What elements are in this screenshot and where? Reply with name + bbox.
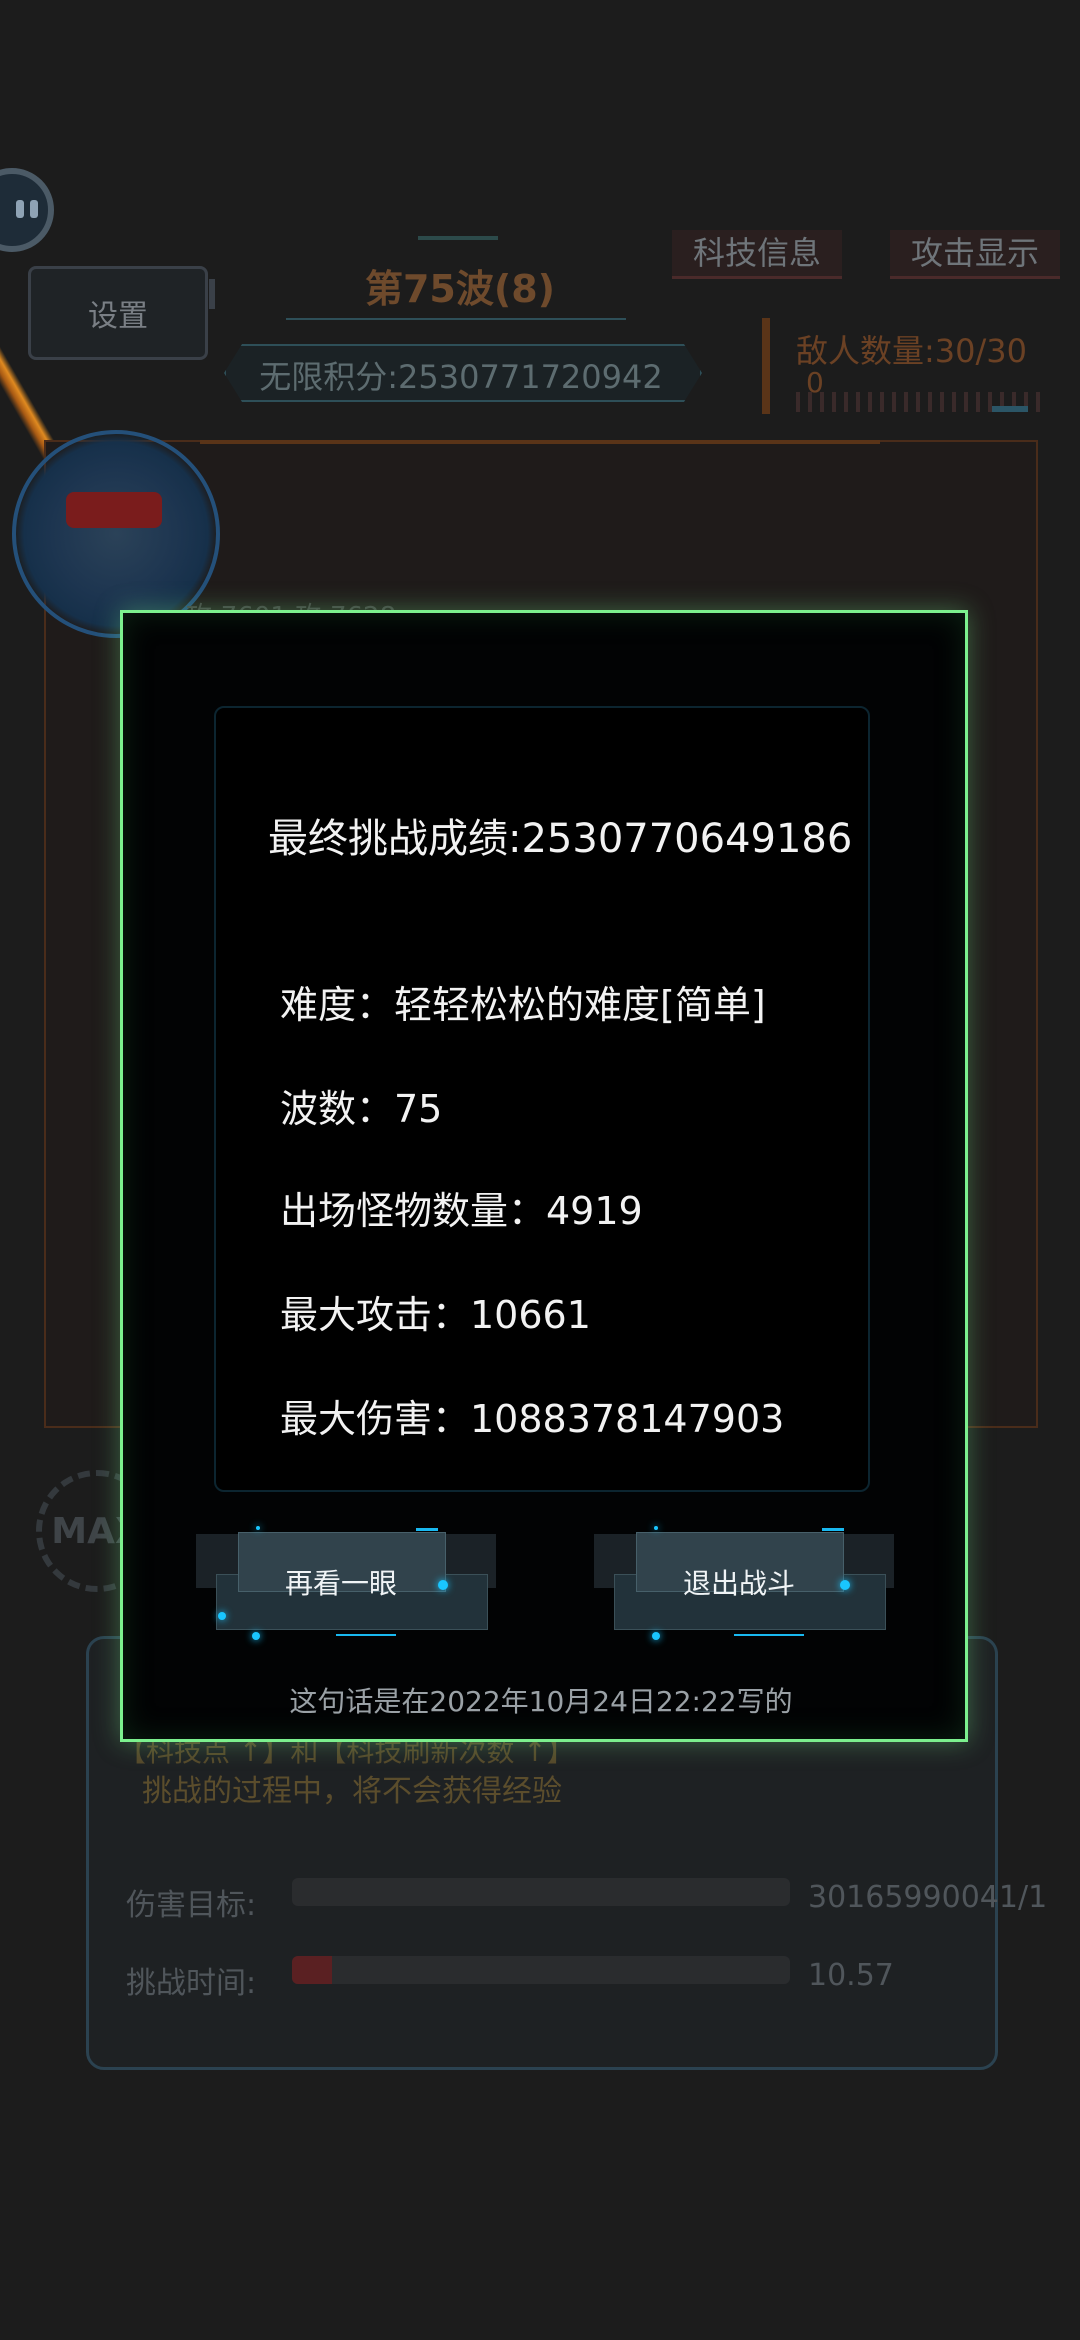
damage-target-label: 伤害目标: [126,1888,257,1923]
waves-text: 波数：75 [280,1087,443,1131]
review-button-label: 再看一眼 [284,1567,397,1600]
player-core-icon [66,492,162,528]
monster-count-text: 出场怪物数量：4919 [280,1189,643,1233]
robot-eye-icon [30,200,38,218]
review-button[interactable]: 再看一眼 [196,1526,496,1640]
footer-note: 这句话是在2022年10月24日22:22写的 [289,1685,793,1718]
info-line-exp: 挑战的过程中，将不会获得经验 [142,1774,562,1809]
tab-attack-display[interactable]: 攻击显示 [890,230,1060,279]
wave-decoration [418,236,498,240]
max-damage-text: 最大伤害：1088378147903 [280,1397,785,1441]
difficulty-text: 难度：轻轻松松的难度[简单] [280,983,766,1027]
max-attack-text: 最大攻击：10661 [280,1293,591,1337]
infinite-score-text: 无限积分:2530771720942 [259,358,663,396]
damage-target-value: 30165990041/1 [808,1880,1048,1915]
score-decoration [286,318,626,326]
challenge-time-label: 挑战时间: [126,1966,257,2001]
exit-battle-button[interactable]: 退出战斗 [594,1526,894,1640]
challenge-time-bar [292,1956,790,1984]
arena-top-border [200,440,880,444]
tab-tech-info[interactable]: 科技信息 [672,230,842,279]
enemy-tick-decoration [992,406,1028,412]
challenge-time-fill [292,1956,332,1984]
robot-avatar-icon[interactable] [0,168,54,252]
exit-battle-button-label: 退出战斗 [682,1567,795,1600]
final-score: 最终挑战成绩:2530770649186 [268,816,853,862]
settings-button[interactable]: 设置 [28,266,215,360]
damage-target-bar [292,1878,790,1906]
robot-eye-icon [16,200,24,218]
enemy-count-marker [762,318,770,414]
challenge-time-value: 10.57 [808,1958,894,1993]
wave-title: 第75波(8) [364,267,556,311]
enemy-count: 敌人数量:30/30 [796,332,1028,370]
